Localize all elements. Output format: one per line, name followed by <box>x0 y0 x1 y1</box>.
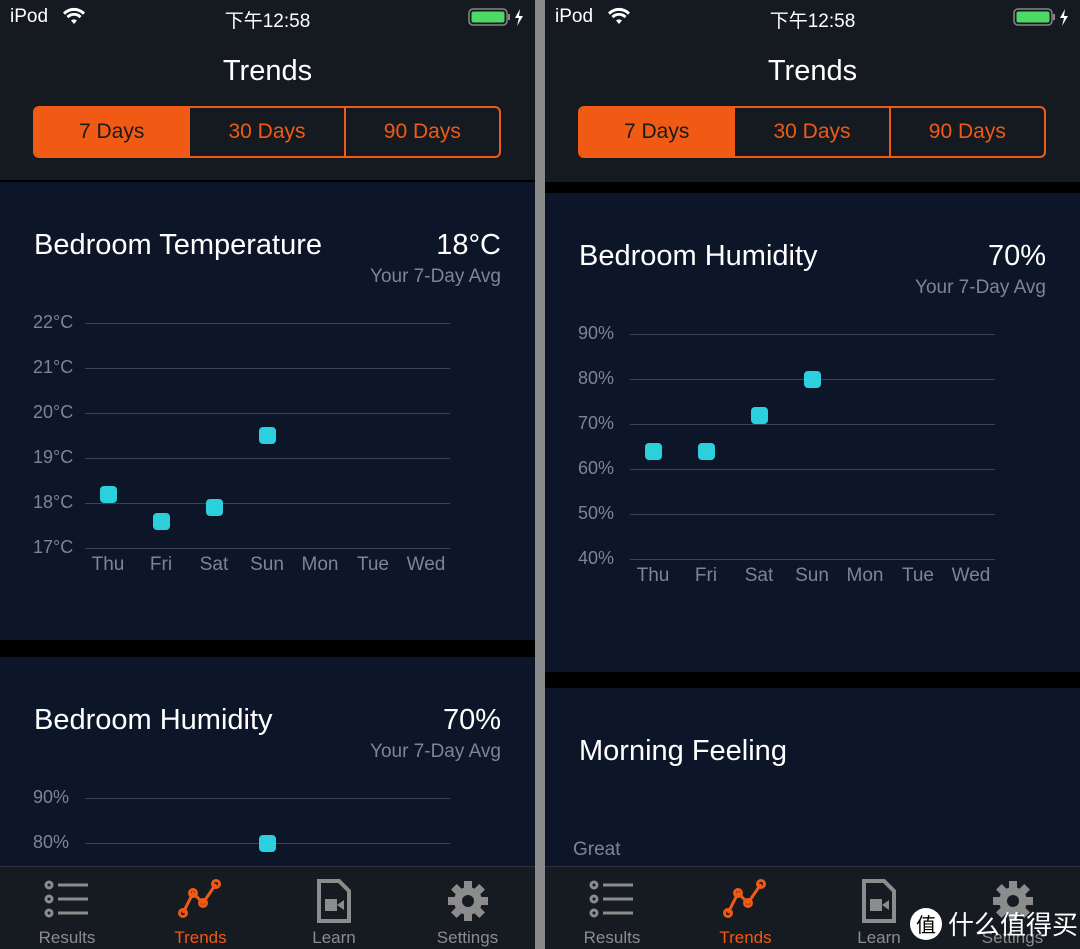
tab-label: Results <box>583 928 641 947</box>
gridline <box>630 424 995 425</box>
y-tick-label: 17°C <box>33 537 74 557</box>
segment-7-days[interactable]: 7 Days <box>35 108 189 156</box>
gridline <box>85 503 450 504</box>
y-tick-label: 90% <box>33 787 70 807</box>
tab-learn[interactable]: Learn <box>267 867 401 949</box>
y-tick-label: 19°C <box>33 447 74 467</box>
x-tick-label: Thu <box>91 554 125 575</box>
y-tick-label: 70% <box>578 413 615 433</box>
range-segmented-control: 7 Days 30 Days 90 Days <box>578 106 1046 158</box>
x-tick-label: Mon <box>846 565 884 586</box>
tab-results[interactable]: Results <box>545 867 679 949</box>
y-tick-label: 90% <box>578 323 615 343</box>
y-tick-label: 22°C <box>33 312 74 332</box>
gridline <box>630 559 995 560</box>
y-tick-label: 80% <box>33 832 70 852</box>
watermark-text: 什么值得买 <box>948 910 1079 940</box>
page-title: Trends <box>767 55 858 87</box>
trend-card: Morning Feeling Great <box>545 688 1080 866</box>
x-tick-label: Mon <box>301 554 339 575</box>
gridline <box>85 548 450 549</box>
x-tick-label: Tue <box>901 565 935 586</box>
x-tick-label: Wed <box>406 554 446 575</box>
header: iPod 下午12:58 Trends 7 Days 30 Days 90 Days <box>0 0 535 180</box>
battery-icon <box>468 7 528 32</box>
y-tick-label: 21°C <box>33 357 74 377</box>
segment-90-days[interactable]: 90 Days <box>888 108 1044 156</box>
y-tick-label: 50% <box>578 503 615 523</box>
gridline <box>85 798 450 799</box>
data-point-sun <box>258 834 276 852</box>
chart: 22°C 21°C 20°C 19°C 18°C 17°C Thu Fri Sat Sun Mon T… <box>0 182 535 640</box>
y-tick-label: 20°C <box>33 402 74 422</box>
data-point-sun <box>803 370 821 388</box>
x-tick-label: Sat <box>199 554 229 575</box>
gridline <box>630 334 995 335</box>
watermark: 值什么值得买 <box>910 905 1078 942</box>
data-point-sat <box>750 406 768 424</box>
segment-30-days[interactable]: 30 Days <box>733 108 888 156</box>
header: iPod 下午12:58 Trends 7 Days 30 Days 90 Days <box>545 0 1080 182</box>
segment-90-days[interactable]: 90 Days <box>343 108 499 156</box>
clock: 下午12:58 <box>224 11 311 32</box>
card-title: Morning Feeling <box>579 735 787 767</box>
phone-screen-2: iPod 下午12:58 Trends 7 Days 30 Days 90 Days Bed… <box>545 0 1080 949</box>
range-segmented-control: 7 Days 30 Days 90 Days <box>33 106 501 158</box>
data-point-thu <box>99 485 117 503</box>
x-tick-label: Sat <box>744 565 774 586</box>
gridline <box>630 469 995 470</box>
page-title: Trends <box>222 55 313 87</box>
x-tick-label: Sun <box>795 565 829 586</box>
segment-7-days[interactable]: 7 Days <box>580 108 734 156</box>
gridline <box>630 514 995 515</box>
gridline <box>85 413 450 414</box>
tab-bar: Results Trends Learn Settings <box>0 866 535 949</box>
tab-trends[interactable]: Trends <box>134 867 268 949</box>
x-tick-label: Fri <box>149 554 173 575</box>
y-tick-label: 18°C <box>33 492 74 512</box>
tab-trends[interactable]: Trends <box>679 867 813 949</box>
y-tick-label: 80% <box>578 368 615 388</box>
tab-label: Results <box>38 928 96 947</box>
data-point-fri <box>697 442 715 460</box>
segment-30-days[interactable]: 30 Days <box>188 108 343 156</box>
tab-settings[interactable]: Settings <box>401 867 535 949</box>
y-tick-label: 40% <box>578 548 615 568</box>
clock: 下午12:58 <box>769 11 856 32</box>
data-point-sat <box>205 499 223 516</box>
phone-screen-1: iPod 下午12:58 Trends 7 Days 30 Days 90 Days Bed… <box>0 0 535 949</box>
tab-label: Trends <box>719 928 772 947</box>
data-point-thu <box>644 442 662 460</box>
gridline <box>85 458 450 459</box>
tab-label: Settings <box>436 928 499 947</box>
x-tick-label: Wed <box>951 565 991 586</box>
trend-card: Bedroom Humidity 70% Your 7-Day Avg 90% 80% <box>0 657 535 866</box>
x-tick-label: Thu <box>636 565 670 586</box>
feeling-label: Great <box>573 839 621 860</box>
watermark-logo: 值 <box>910 907 942 940</box>
x-tick-label: Sun <box>250 554 284 575</box>
gridline <box>85 368 450 369</box>
tab-label: Learn <box>312 928 356 947</box>
trend-card: Bedroom Temperature 18°C Your 7-Day Avg 22°… <box>0 182 535 640</box>
data-point-sun <box>258 427 276 444</box>
y-tick-label: 60% <box>578 458 615 478</box>
app-root: iPod 下午12:58 Trends 7 Days 30 Days 90 Days Bed… <box>0 0 1080 949</box>
chart: 90% 80% 70% 60% 50% 40% Thu Fri Sat Sun Mon Tue Wed <box>545 193 1080 672</box>
x-tick-label: Fri <box>694 565 718 586</box>
battery-icon <box>1013 7 1073 32</box>
tab-results[interactable]: Results <box>0 867 134 949</box>
trend-card: Bedroom Humidity 70% Your 7-Day Avg 90% 80% 7… <box>545 193 1080 672</box>
gridline <box>85 323 450 324</box>
data-point-fri <box>152 512 170 530</box>
x-tick-label: Tue <box>356 554 390 575</box>
chart: 90% 80% <box>0 657 535 866</box>
tab-label: Trends <box>174 928 227 947</box>
